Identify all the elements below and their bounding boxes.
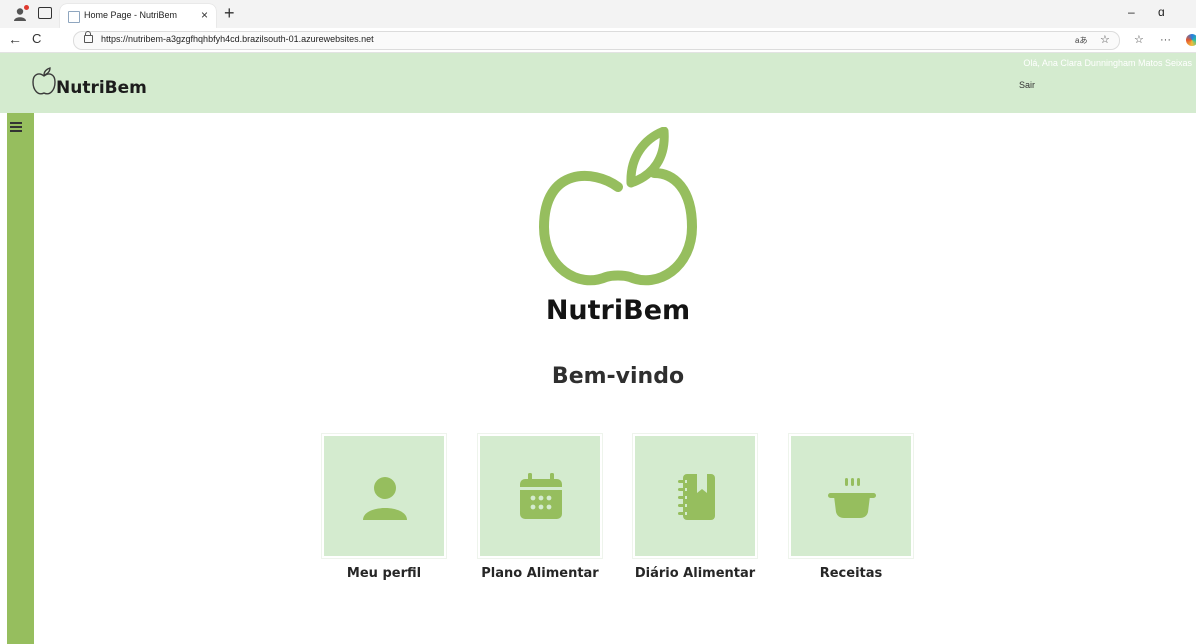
menu-toggle-icon[interactable] bbox=[10, 122, 22, 132]
url-field[interactable]: https://nutribem-a3gzgfhqhbfyh4cd.brazil… bbox=[73, 31, 1120, 50]
collections-icon[interactable]: ☆ bbox=[1134, 33, 1144, 47]
tab-close-icon[interactable]: × bbox=[201, 8, 208, 22]
refresh-icon[interactable]: C bbox=[32, 31, 41, 47]
more-options-icon[interactable]: ··· bbox=[1160, 33, 1171, 47]
apple-hero-icon bbox=[538, 127, 698, 286]
card-diario-alimentar[interactable] bbox=[633, 434, 757, 558]
apple-logo-icon[interactable] bbox=[30, 66, 58, 98]
copilot-icon[interactable] bbox=[1186, 34, 1196, 46]
tab-actions-icon[interactable] bbox=[38, 7, 52, 19]
tab-title: Home Page - NutriBem bbox=[84, 10, 178, 20]
user-icon bbox=[363, 477, 407, 520]
page-favicon-icon bbox=[68, 11, 80, 23]
card-meu-perfil[interactable] bbox=[322, 434, 446, 558]
card-label-diario-alimentar[interactable]: Diário Alimentar bbox=[615, 566, 775, 581]
profile-icon[interactable] bbox=[12, 5, 29, 22]
user-greeting: Olá, Ana Clara Dunningham Matos Seixas bbox=[1023, 58, 1192, 68]
card-receitas[interactable] bbox=[789, 434, 913, 558]
favorite-star-icon[interactable]: ☆ bbox=[1100, 33, 1110, 47]
hero-brand-name: NutriBem bbox=[545, 295, 691, 326]
lock-icon bbox=[84, 31, 93, 43]
cooking-pot-icon bbox=[828, 478, 876, 518]
card-label-plano-alimentar[interactable]: Plano Alimentar bbox=[460, 566, 620, 581]
logout-link[interactable]: Sair bbox=[1019, 80, 1035, 90]
browser-tab[interactable]: Home Page - NutriBem × bbox=[60, 4, 216, 28]
read-aloud-icon[interactable]: aあ bbox=[1075, 34, 1087, 48]
minimize-icon[interactable]: – bbox=[1128, 5, 1135, 19]
restore-icon[interactable]: ɑ bbox=[1158, 5, 1165, 19]
notification-dot bbox=[24, 5, 29, 10]
card-label-receitas[interactable]: Receitas bbox=[771, 566, 931, 581]
header-brand-name[interactable]: NutriBem bbox=[56, 78, 147, 98]
welcome-heading: Bem-vindo bbox=[551, 364, 685, 389]
browser-tab-bar: Home Page - NutriBem × + – ɑ bbox=[0, 0, 1196, 28]
url-text: https://nutribem-a3gzgfhqhbfyh4cd.brazil… bbox=[101, 34, 374, 44]
app-header bbox=[0, 53, 1196, 113]
new-tab-button[interactable]: + bbox=[224, 3, 235, 23]
calendar-icon bbox=[520, 473, 562, 519]
card-plano-alimentar[interactable] bbox=[478, 434, 602, 558]
journal-icon bbox=[678, 474, 715, 520]
back-icon[interactable]: ← bbox=[8, 31, 22, 47]
card-label-meu-perfil[interactable]: Meu perfil bbox=[304, 566, 464, 581]
address-bar: ← C https://nutribem-a3gzgfhqhbfyh4cd.br… bbox=[0, 28, 1196, 53]
